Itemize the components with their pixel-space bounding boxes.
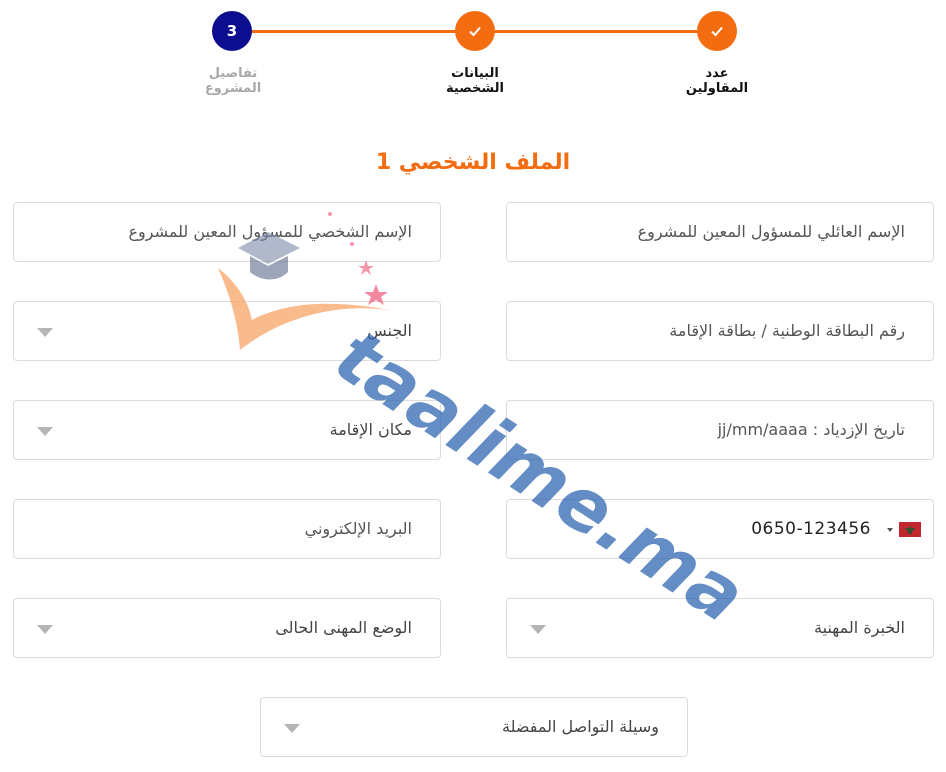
gender-chevron-down-icon [37, 328, 53, 337]
phone-value: 0650-123456 [751, 519, 871, 539]
email-placeholder: البريد الإلكتروني [304, 519, 412, 538]
email-input[interactable]: البريد الإلكتروني [13, 499, 441, 559]
phone-input[interactable]: 0650-123456 [506, 499, 934, 559]
step-3-number[interactable]: 3 [212, 11, 252, 51]
step-1-label: عدد المقاولين [685, 66, 749, 96]
watermark-text: taalime.ma [320, 313, 760, 640]
step-3-label: تفاصيل المشروع [204, 66, 262, 96]
experience-placeholder: الخبرة المهنية [814, 618, 905, 637]
contact-method-chevron-down-icon [284, 724, 300, 733]
morocco-flag-icon[interactable] [899, 522, 921, 537]
gender-placeholder: الجنس [367, 321, 412, 340]
family-name-input[interactable]: الإسم العائلي للمسؤول المعين للمشروع [506, 202, 934, 262]
progress-stepper: عدد المقاولين البيانات الشخصية 3 تفاصيل … [0, 0, 946, 110]
gender-select[interactable]: الجنس [13, 301, 441, 361]
experience-select[interactable]: الخبرة المهنية [506, 598, 934, 658]
first-name-input[interactable]: الإسم الشخصي للمسؤول المعين للمشروع [13, 202, 441, 262]
contact-method-select[interactable]: وسيلة التواصل المفضلة [260, 697, 688, 757]
current-status-chevron-down-icon [37, 625, 53, 634]
id-card-input[interactable]: رقم البطاقة الوطنية / بطاقة الإقامة [506, 301, 934, 361]
birth-date-input[interactable]: تاريخ الإزدياد : jj/mm/aaaa [506, 400, 934, 460]
family-name-placeholder: الإسم العائلي للمسؤول المعين للمشروع [637, 222, 905, 241]
residence-select[interactable]: مكان الإقامة [13, 400, 441, 460]
section-title: الملف الشخصي 1 [375, 150, 571, 175]
birth-date-placeholder: تاريخ الإزدياد : jj/mm/aaaa [717, 420, 905, 439]
residence-placeholder: مكان الإقامة [329, 420, 412, 439]
step-2-check-icon[interactable] [455, 11, 495, 51]
contact-method-placeholder: وسيلة التواصل المفضلة [502, 717, 659, 736]
residence-chevron-down-icon [37, 427, 53, 436]
experience-chevron-down-icon [530, 625, 546, 634]
id-card-placeholder: رقم البطاقة الوطنية / بطاقة الإقامة [669, 321, 905, 340]
current-status-select[interactable]: الوضع المهنى الحالى [13, 598, 441, 658]
step-1-check-icon[interactable] [697, 11, 737, 51]
first-name-placeholder: الإسم الشخصي للمسؤول المعين للمشروع [128, 222, 412, 241]
country-caret-icon[interactable] [887, 528, 893, 532]
current-status-placeholder: الوضع المهنى الحالى [275, 618, 412, 637]
step-2-label: البيانات الشخصية [446, 66, 504, 96]
